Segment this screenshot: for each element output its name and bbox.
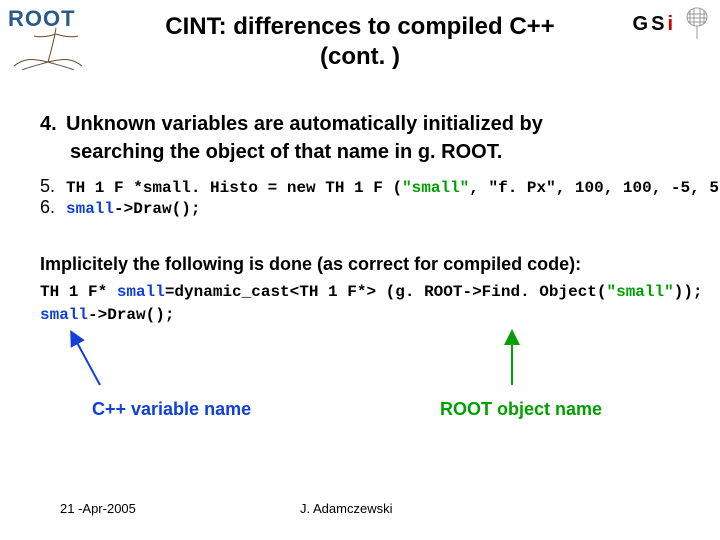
- code-5-part3: , "f. Px", 100, 100, -5, 5);: [469, 179, 720, 197]
- draw-p2: ->Draw();: [88, 306, 174, 324]
- bullet-4: 4.Unknown variables are automatically in…: [40, 110, 700, 166]
- code-5-part1: TH 1 F *small. Histo = new TH 1 F (: [66, 179, 402, 197]
- annotation-arrows: [40, 329, 700, 399]
- cast-line: TH 1 F* small=dynamic_cast<TH 1 F*> (g. …: [40, 281, 700, 304]
- label-root-object: ROOT object name: [440, 399, 602, 420]
- slide-title: CINT: differences to compiled C++ (cont.…: [0, 12, 720, 72]
- code-5-number: 5.: [40, 176, 66, 197]
- cast-var: small: [117, 283, 165, 301]
- footer-author: J. Adamczewski: [300, 501, 392, 516]
- slide-body: 4.Unknown variables are automatically in…: [40, 110, 700, 399]
- bullet-4-number: 4.: [40, 110, 66, 138]
- cast-literal: "small": [607, 283, 674, 301]
- draw-line: small->Draw();: [40, 304, 700, 327]
- code-line-5: 5.TH 1 F *small. Histo = new TH 1 F ("sm…: [40, 176, 700, 197]
- bullet-4-text-1: Unknown variables are automatically init…: [66, 113, 543, 135]
- arrow-cpp-variable: [74, 337, 100, 385]
- code-6-part2: ->Draw();: [114, 200, 200, 218]
- bullet-4-text-2: searching the object of that name in g. …: [70, 138, 700, 166]
- cast-p1: TH 1 F*: [40, 283, 117, 301]
- implicit-heading: Implicitely the following is done (as co…: [40, 254, 700, 275]
- code-5-literal: "small": [402, 179, 469, 197]
- title-line-2: (cont. ): [0, 42, 720, 72]
- draw-var: small: [40, 306, 88, 324]
- cast-p5: ));: [674, 283, 703, 301]
- cast-p3: =dynamic_cast<TH 1 F*> (g. ROOT->Find. O…: [165, 283, 607, 301]
- code-6-var: small: [66, 200, 114, 218]
- code-line-6: 6.small->Draw();: [40, 197, 700, 218]
- code-6-number: 6.: [40, 197, 66, 218]
- footer-date: 21 -Apr-2005: [60, 501, 136, 516]
- title-line-1: CINT: differences to compiled C++: [0, 12, 720, 42]
- label-cpp-variable: C++ variable name: [92, 399, 251, 420]
